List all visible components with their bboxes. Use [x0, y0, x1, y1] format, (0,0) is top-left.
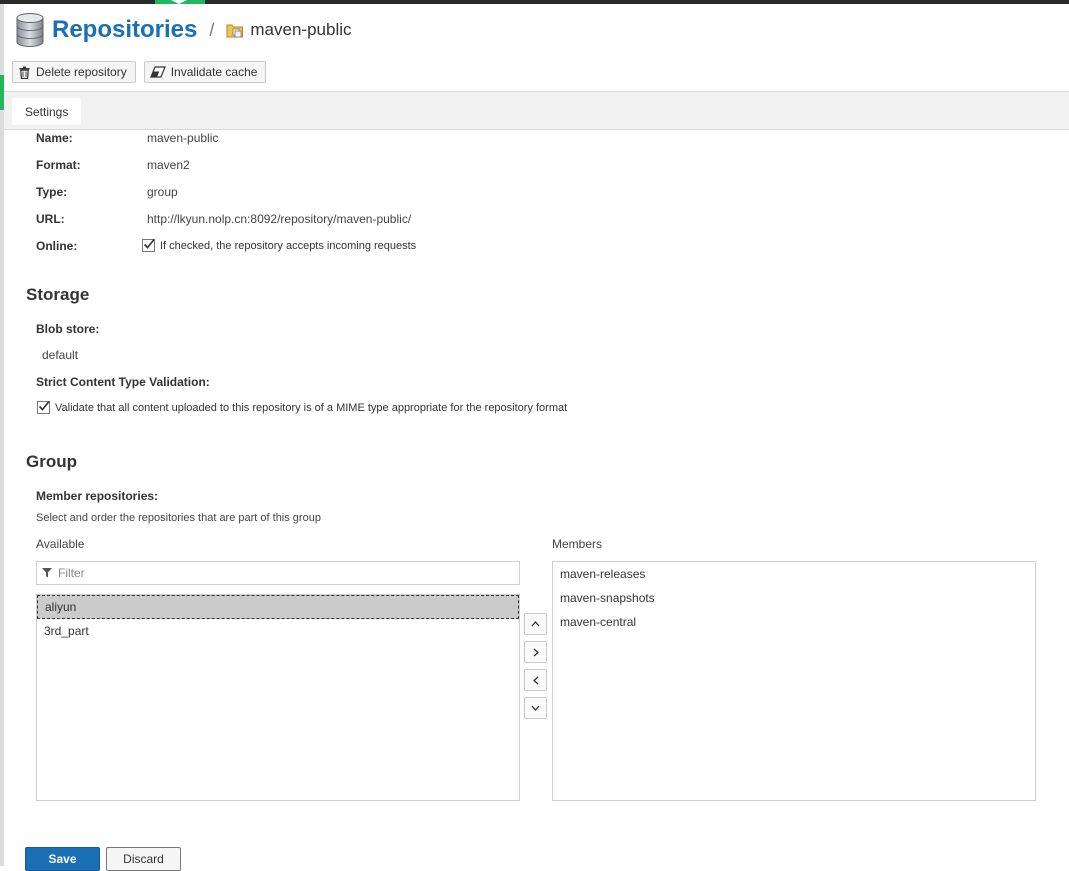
list-item[interactable]: maven-snapshots [553, 586, 1035, 610]
breadcrumb-repository-name: maven-public [250, 20, 352, 39]
checkmark-icon [38, 400, 50, 411]
url-label: URL: [36, 212, 65, 226]
online-checkbox-row: If checked, the repository accepts incom… [142, 238, 417, 252]
type-value: group [147, 185, 178, 199]
online-label: Online: [36, 239, 78, 253]
tab-strip: Settings [4, 91, 1069, 130]
save-button[interactable]: Save [25, 847, 100, 871]
strict-content-checkbox-row: Validate that all content uploaded to th… [37, 400, 568, 414]
remove-from-members-button[interactable] [524, 669, 547, 691]
chevron-right-icon [533, 648, 539, 656]
chevron-down-icon [531, 705, 540, 711]
strict-content-validation-label: Strict Content Type Validation: [36, 375, 210, 389]
checkmark-icon [143, 238, 155, 249]
blob-store-value: default [42, 348, 79, 362]
chevron-left-icon [532, 676, 538, 684]
format-value: maven2 [147, 158, 190, 172]
name-label: Name: [36, 131, 73, 145]
repository-group-icon [226, 24, 244, 38]
online-help-text: If checked, the repository accepts incom… [160, 239, 417, 252]
list-item[interactable]: maven-releases [553, 562, 1035, 586]
left-rail [0, 4, 4, 866]
move-down-button[interactable] [524, 697, 547, 719]
move-up-button[interactable] [524, 613, 547, 635]
url-value: http://lkyun.nolp.cn:8092/repository/mav… [147, 212, 412, 226]
invalidate-cache-button[interactable]: Invalidate cache [143, 61, 267, 83]
list-item[interactable]: aliyun [37, 595, 519, 619]
member-repositories-help: Select and order the repositories that a… [36, 512, 321, 524]
eraser-icon [149, 66, 166, 78]
database-icon [16, 13, 44, 47]
group-heading: Group [26, 452, 77, 471]
format-label: Format: [36, 158, 81, 172]
list-item[interactable]: maven-central [553, 610, 1035, 634]
tab-settings[interactable]: Settings [12, 98, 82, 125]
add-to-members-button[interactable] [524, 641, 547, 663]
filter-input[interactable]: Filter [36, 561, 520, 585]
filter-icon [42, 568, 52, 578]
chevron-up-icon [531, 621, 540, 627]
strict-content-help-text: Validate that all content uploaded to th… [55, 401, 568, 414]
delete-repository-button[interactable]: Delete repository [12, 61, 136, 83]
online-checkbox[interactable] [142, 238, 155, 252]
list-item[interactable]: 3rd_part [37, 619, 519, 643]
available-label: Available [36, 537, 85, 551]
breadcrumb-separator: / [209, 19, 215, 40]
members-list[interactable]: maven-releases maven-snapshots maven-cen… [552, 561, 1036, 801]
invalidate-cache-label: Invalidate cache [170, 65, 258, 79]
type-label: Type: [36, 185, 68, 199]
member-repositories-label: Member repositories: [36, 489, 159, 503]
delete-repository-label: Delete repository [36, 65, 127, 79]
name-value: maven-public [147, 131, 219, 145]
filter-placeholder: Filter [58, 566, 85, 580]
breadcrumb: Repositories / maven-public [16, 10, 352, 50]
discard-button[interactable]: Discard [106, 847, 181, 871]
available-list[interactable]: aliyun 3rd_part [36, 594, 520, 801]
trash-icon [19, 66, 30, 79]
storage-heading: Storage [26, 285, 90, 304]
page-title[interactable]: Repositories [52, 16, 197, 44]
blob-store-label: Blob store: [36, 322, 100, 336]
toolbar: Delete repository Invalidate cache [12, 61, 274, 83]
members-label: Members [552, 537, 603, 551]
strict-content-checkbox[interactable] [37, 400, 50, 414]
